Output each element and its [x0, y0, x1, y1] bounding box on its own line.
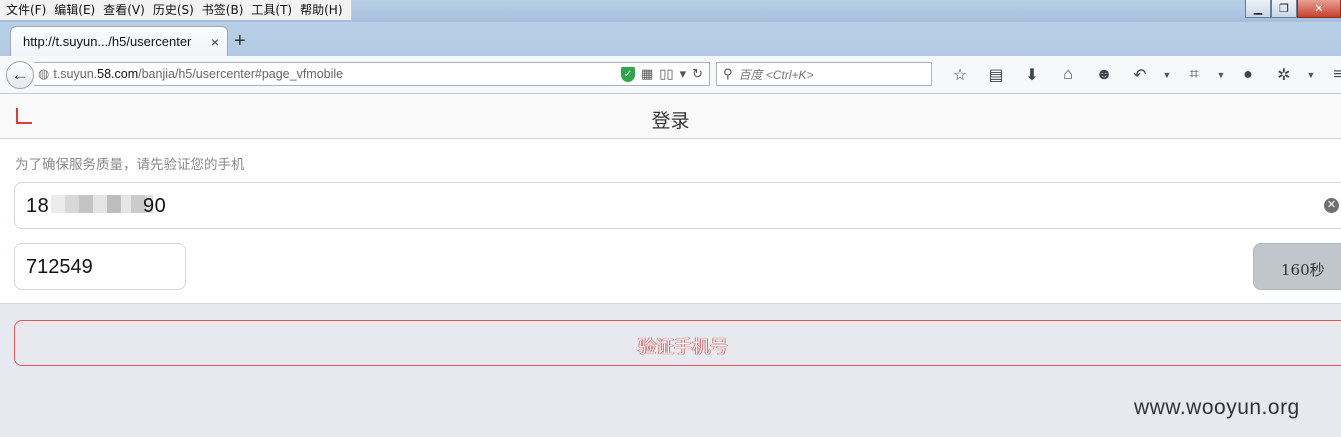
- window-controls: ▁ ❐ ✕: [1245, 0, 1341, 18]
- comment-icon[interactable]: ●: [1230, 64, 1266, 86]
- phone-number-mosaic: [51, 195, 153, 213]
- menu-help[interactable]: 帮助(H): [296, 0, 346, 20]
- search-bar[interactable]: ⚲ 百度 <Ctrl+K>: [716, 62, 932, 86]
- bookmarks-list-icon[interactable]: ▤: [978, 64, 1014, 86]
- toolbar-icons: ☆ ▤ ⬇ ⌂ ☻ ↶ ▼ ⌗ ▼ ● ✲ ▼ ≡: [942, 64, 1341, 86]
- sms-code-input[interactable]: 712549: [14, 243, 186, 290]
- qr-code-icon[interactable]: ▦: [641, 66, 653, 82]
- menu-history[interactable]: 历史(S): [149, 0, 198, 20]
- reload-icon[interactable]: ↻: [692, 66, 703, 82]
- menu-bar: 文件(F) 编辑(E) 查看(V) 历史(S) 书签(B) 工具(T) 帮助(H…: [0, 0, 352, 20]
- restore-icon: ❐: [1279, 3, 1289, 15]
- close-icon: ✕: [1314, 3, 1324, 15]
- crop-icon[interactable]: ⌗: [1176, 64, 1212, 86]
- restore-button[interactable]: ❐: [1271, 0, 1297, 18]
- watermark: www.wooyun.org: [1134, 396, 1300, 419]
- bookmark-star-icon[interactable]: ☆: [942, 64, 978, 86]
- page-content: 登录 为了确保服务质量，请先验证您的手机 18 90 ✕ 712549 160秒…: [0, 94, 1341, 437]
- menu-tools[interactable]: 工具(T): [247, 0, 296, 20]
- chat-icon[interactable]: ☻: [1086, 64, 1122, 86]
- tab-usercenter[interactable]: http://t.suyun.../h5/usercenter ×: [10, 26, 228, 56]
- minimize-icon: ▁: [1253, 3, 1263, 15]
- resend-countdown-button[interactable]: 160秒: [1253, 243, 1341, 290]
- search-placeholder: 百度 <Ctrl+K>: [738, 67, 814, 82]
- back-arrow-icon: ←: [11, 65, 29, 84]
- verify-phone-label: 验证手机号: [638, 337, 728, 358]
- clear-input-icon[interactable]: ✕: [1324, 198, 1339, 213]
- menu-file[interactable]: 文件(F): [2, 0, 50, 20]
- reader-view-icon[interactable]: ▯▯: [659, 66, 673, 82]
- phone-value-end: 90: [143, 195, 167, 217]
- menu-view[interactable]: 查看(V): [99, 0, 149, 20]
- new-tab-button[interactable]: +: [234, 30, 246, 52]
- menu-icon[interactable]: ≡: [1320, 64, 1341, 86]
- extension-dropdown-icon[interactable]: ▼: [1302, 64, 1320, 86]
- navigation-toolbar: ← ◍ t.suyun.58.com/banjia/h5/usercenter#…: [0, 56, 1341, 94]
- window-titlebar: 文件(F) 编辑(E) 查看(V) 历史(S) 书签(B) 工具(T) 帮助(H…: [0, 0, 1341, 22]
- dropdown-arrow-icon[interactable]: ▾: [680, 66, 687, 82]
- page-title: 登录: [651, 110, 690, 132]
- url-bar[interactable]: ◍ t.suyun.58.com/banjia/h5/usercenter#pa…: [34, 62, 710, 86]
- tab-strip: http://t.suyun.../h5/usercenter × +: [0, 22, 1341, 56]
- verify-form: 为了确保服务质量，请先验证您的手机 18 90 ✕ 712549 160秒: [0, 139, 1341, 304]
- extension-icon[interactable]: ✲: [1266, 64, 1302, 86]
- url-text[interactable]: t.suyun.58.com/banjia/h5/usercenter#page…: [53, 67, 621, 81]
- search-icon: ⚲: [723, 66, 733, 81]
- page-header: 登录: [0, 94, 1341, 139]
- verify-phone-button[interactable]: 验证手机号: [14, 320, 1341, 366]
- globe-icon: ◍: [38, 66, 50, 81]
- tab-title: http://t.suyun.../h5/usercenter: [23, 34, 192, 49]
- tab-close-icon[interactable]: ×: [211, 34, 219, 50]
- back-button[interactable]: ←: [6, 61, 34, 89]
- home-icon[interactable]: ⌂: [1050, 64, 1086, 86]
- shield-icon[interactable]: ✓: [620, 66, 635, 82]
- menu-edit[interactable]: 编辑(E): [50, 0, 99, 20]
- crop-dropdown-icon[interactable]: ▼: [1212, 64, 1230, 86]
- menu-bookmarks[interactable]: 书签(B): [198, 0, 248, 20]
- countdown-label: 160秒: [1281, 261, 1325, 279]
- verify-hint: 为了确保服务质量，请先验证您的手机: [15, 157, 245, 173]
- minimize-button[interactable]: ▁: [1245, 0, 1271, 18]
- close-window-button[interactable]: ✕: [1297, 0, 1341, 18]
- undo-dropdown-icon[interactable]: ▼: [1158, 64, 1176, 86]
- undo-icon[interactable]: ↶: [1122, 64, 1158, 86]
- download-icon[interactable]: ⬇: [1014, 64, 1050, 86]
- phone-value-start: 18: [26, 195, 50, 217]
- phone-input[interactable]: 18 90 ✕: [14, 182, 1341, 229]
- sms-code-value: 712549: [26, 256, 93, 278]
